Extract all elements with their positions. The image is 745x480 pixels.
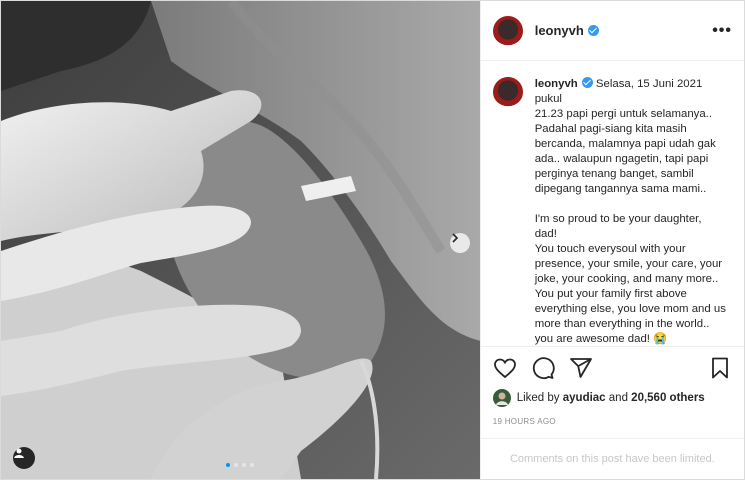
post-header: leonyvh ••• bbox=[480, 1, 744, 61]
comment-icon[interactable] bbox=[531, 356, 555, 380]
caption-area: leonyvh Selasa, 15 Juni 2021 pukul 21.23… bbox=[481, 61, 744, 346]
post-sidebar: leonyvh ••• leonyvh Selasa, 15 Juni 2021… bbox=[479, 1, 744, 479]
carousel-indicator bbox=[1, 463, 480, 467]
heart-icon[interactable] bbox=[493, 356, 517, 380]
caption-text: leonyvh Selasa, 15 Juni 2021 pukul 21.23… bbox=[535, 77, 732, 346]
likes-row: Liked by ayudiac and 20,560 others bbox=[481, 383, 744, 407]
chevron-right-icon bbox=[452, 233, 458, 243]
carousel-dot bbox=[242, 463, 247, 467]
carousel-dot bbox=[234, 463, 239, 467]
caption-body: Selasa, 15 Juni 2021 pukul 21.23 papi pe… bbox=[534, 78, 726, 345]
action-bar bbox=[480, 346, 744, 383]
likes-joiner: and bbox=[608, 392, 628, 404]
bookmark-icon[interactable] bbox=[708, 356, 732, 380]
more-options-button[interactable]: ••• bbox=[712, 22, 732, 40]
bw-hands-photo bbox=[1, 1, 480, 479]
likes-prefix: Liked by bbox=[516, 392, 560, 404]
carousel-next-button[interactable] bbox=[449, 233, 470, 253]
verified-badge-icon bbox=[581, 77, 593, 88]
instagram-post: leonyvh ••• leonyvh Selasa, 15 Juni 2021… bbox=[0, 0, 745, 480]
caption-avatar[interactable] bbox=[492, 77, 523, 107]
comments-limited-notice: Comments on this post have been limited. bbox=[480, 438, 744, 479]
likes-count[interactable]: 20,560 others bbox=[631, 392, 705, 404]
carousel-dot bbox=[226, 463, 231, 467]
post-timestamp[interactable]: 19 HOURS AGO bbox=[481, 407, 744, 426]
send-icon[interactable] bbox=[569, 356, 593, 380]
caption-username[interactable]: leonyvh bbox=[535, 78, 578, 90]
avatar[interactable] bbox=[492, 15, 523, 46]
post-photo[interactable] bbox=[1, 1, 480, 479]
user-tag-icon bbox=[14, 448, 24, 458]
liked-by-user[interactable]: ayudiac bbox=[563, 392, 606, 404]
header-username[interactable]: leonyvh bbox=[535, 23, 584, 38]
verified-badge-icon bbox=[587, 25, 599, 36]
carousel-dot bbox=[250, 463, 255, 467]
liker-avatar[interactable] bbox=[492, 389, 511, 407]
